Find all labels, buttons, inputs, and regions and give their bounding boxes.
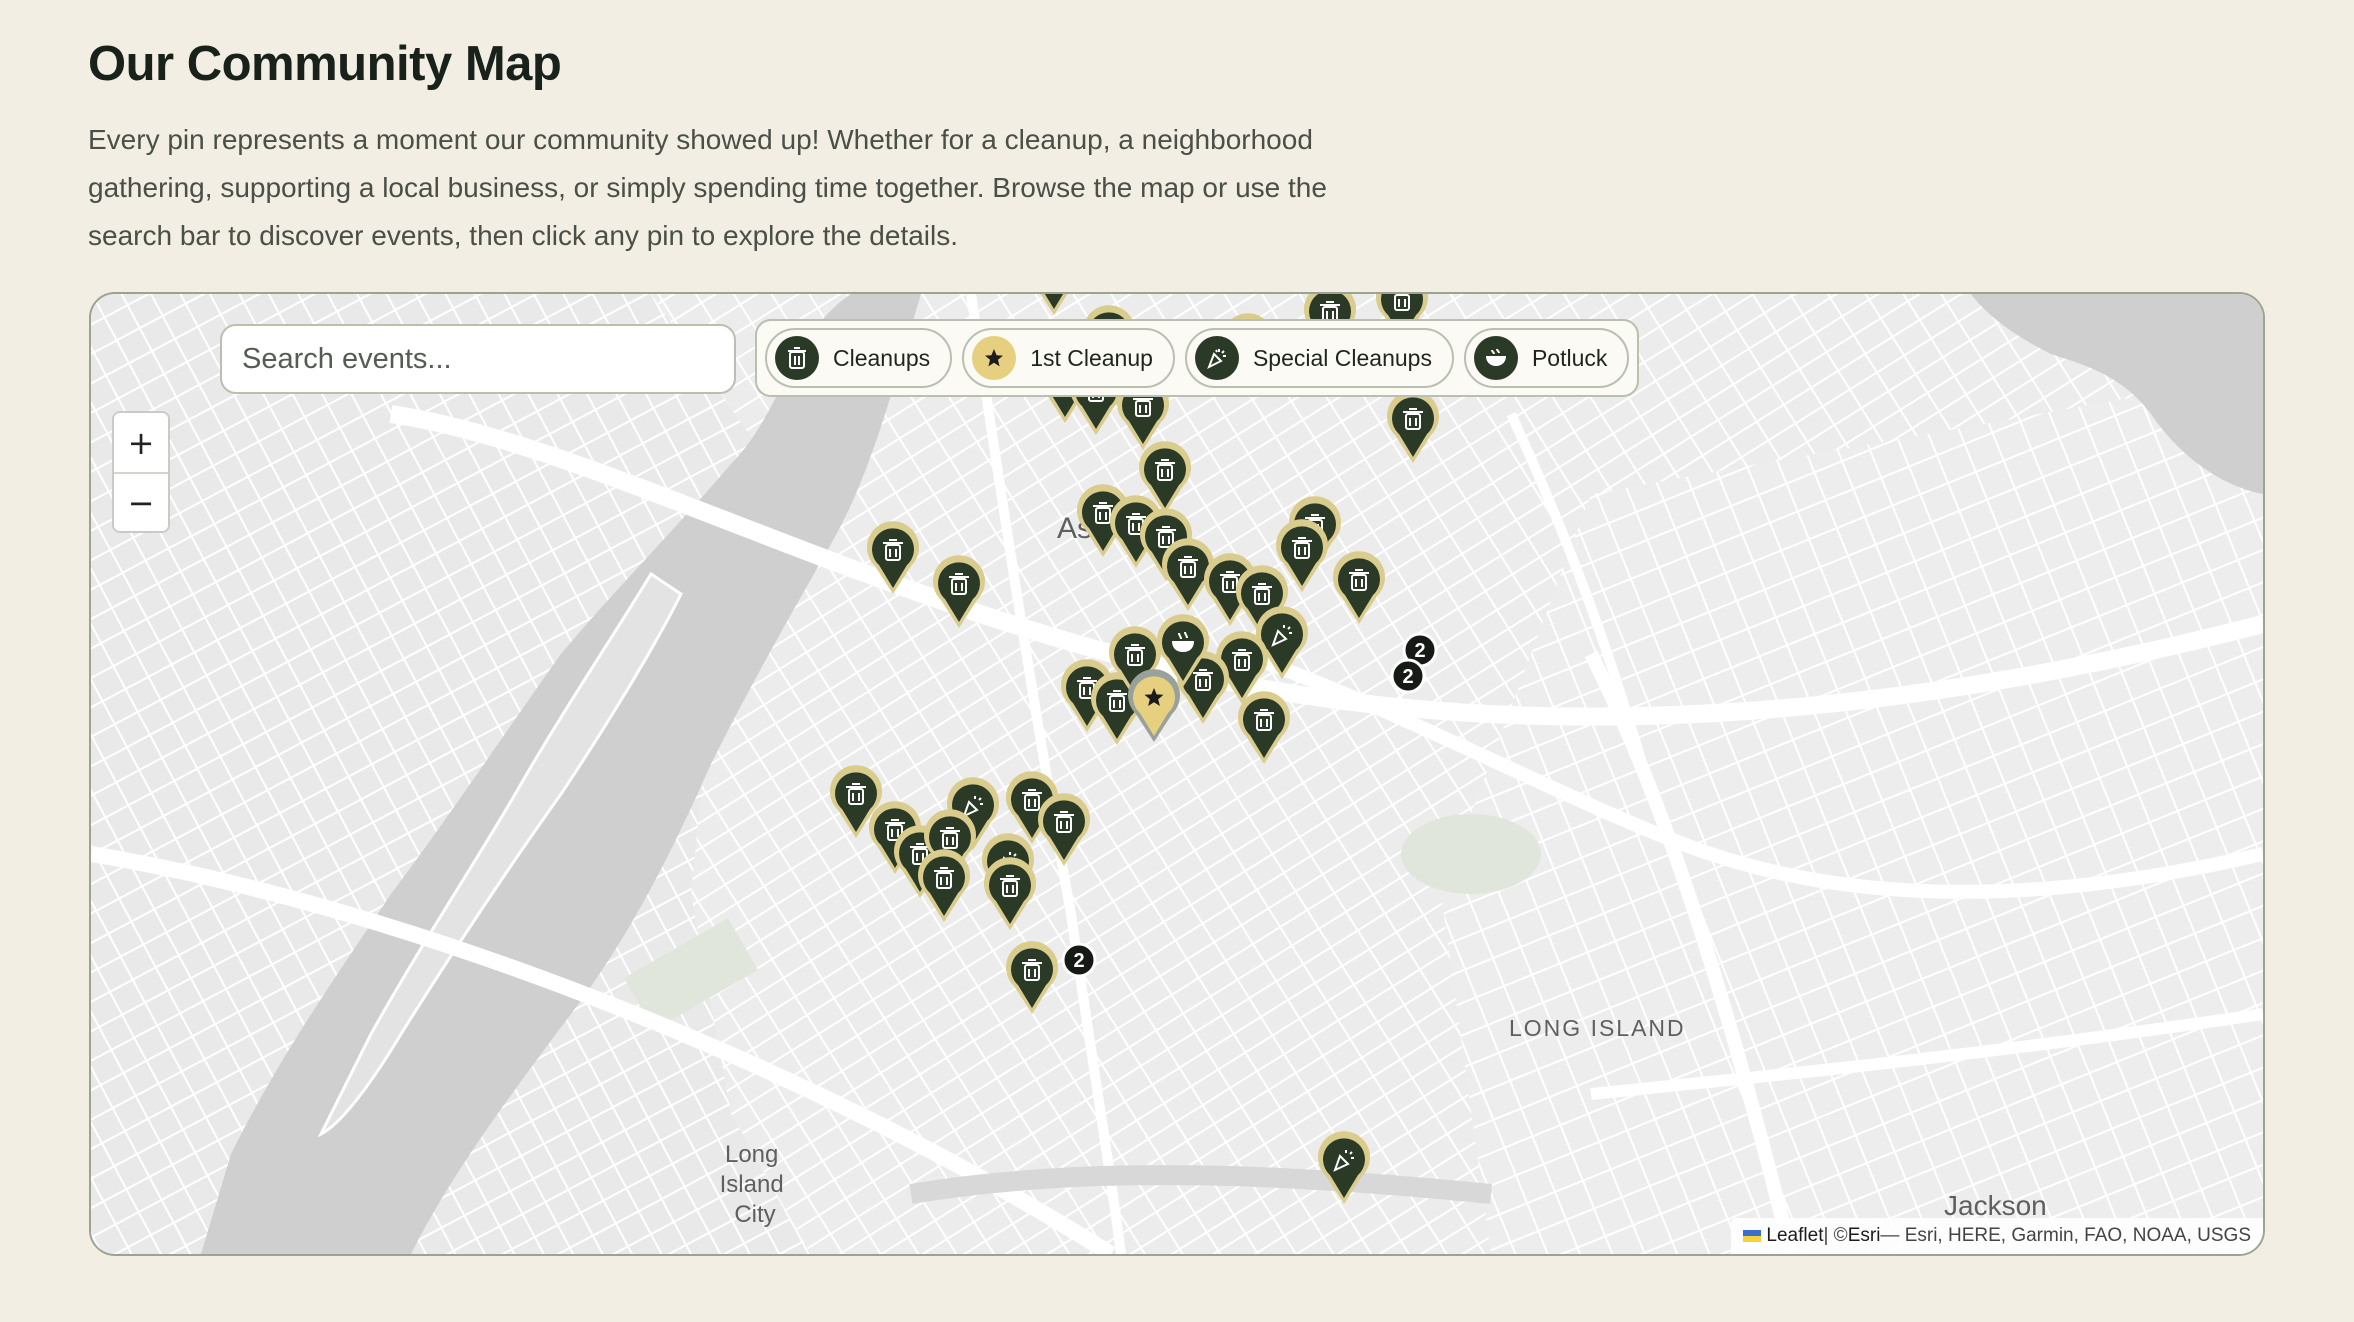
filter-chip-potluck[interactable]: Potluck xyxy=(1463,328,1630,388)
filter-chip-cleanups[interactable]: Cleanups xyxy=(765,328,953,388)
trash-can-icon xyxy=(775,336,819,380)
cluster-count-badge[interactable]: 2 xyxy=(1061,942,1097,978)
filter-chip-label: Potluck xyxy=(1531,344,1608,371)
star-icon xyxy=(972,336,1017,380)
ukraine-flag-icon xyxy=(1743,1230,1762,1242)
bowl-icon xyxy=(1473,336,1518,380)
map-attribution: Leaflet | © Esri — Esri, HERE, Garmin, F… xyxy=(1731,1218,2263,1254)
search-input[interactable] xyxy=(220,324,736,394)
esri-link[interactable]: Esri xyxy=(1848,1225,1881,1247)
map-park xyxy=(1401,814,1541,894)
page-description: Every pin represents a moment our commun… xyxy=(88,124,1327,251)
map-tiles[interactable]: Astoria Long Island City LONG ISLAND Jac… xyxy=(91,294,2263,1254)
label-long-island: LONG ISLAND xyxy=(1509,1015,1686,1041)
filter-chip-special-cleanups[interactable]: Special Cleanups xyxy=(1184,328,1454,388)
filter-chip-label: 1st Cleanup xyxy=(1030,344,1153,371)
filter-chip-label: Cleanups xyxy=(833,344,931,371)
confetti-icon xyxy=(1194,336,1239,380)
cluster-count-badge[interactable]: 2 xyxy=(1390,658,1426,694)
filter-chip-1st-cleanup[interactable]: 1st Cleanup xyxy=(962,328,1175,388)
label-jackson: Jackson xyxy=(1944,1190,2047,1221)
cluster-count: 2 xyxy=(1073,950,1084,972)
page-title: Our Community Map xyxy=(88,37,562,91)
leaflet-link[interactable]: Leaflet xyxy=(1766,1225,1823,1247)
filter-chip-label: Special Cleanups xyxy=(1252,344,1432,371)
community-map[interactable]: Astoria Long Island City LONG ISLAND Jac… xyxy=(89,292,2265,1256)
attribution-separator: | © xyxy=(1823,1225,1848,1246)
filter-bar: Cleanups 1st Cleanup Special Cleanups Po… xyxy=(755,319,1640,397)
zoom-control: + − xyxy=(112,411,170,533)
attribution-providers: — Esri, HERE, Garmin, FAO, NOAA, USGS xyxy=(1880,1225,2251,1246)
zoom-in-button[interactable]: + xyxy=(114,413,168,472)
zoom-out-button[interactable]: − xyxy=(114,472,168,531)
cluster-count: 2 xyxy=(1414,640,1425,662)
cluster-count: 2 xyxy=(1402,666,1413,688)
